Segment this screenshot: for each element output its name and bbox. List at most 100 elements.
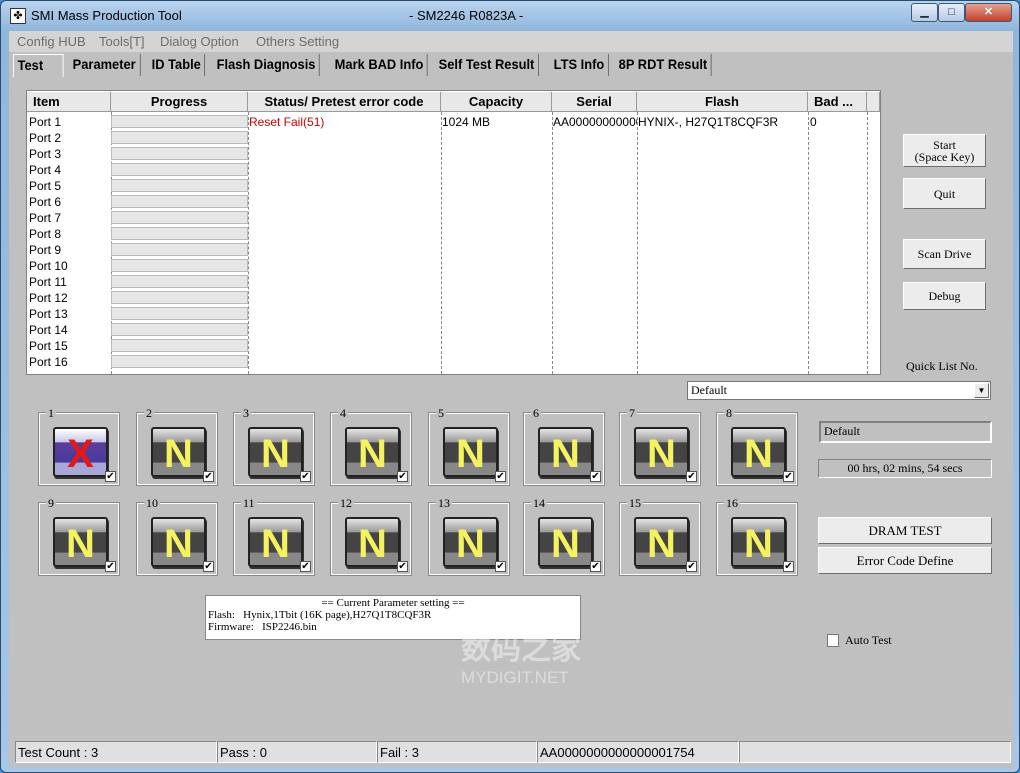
menu-dialog-option[interactable]: Dialog Option xyxy=(160,34,239,49)
progress-bar xyxy=(111,163,248,176)
port-slot[interactable]: 5 N ✔ xyxy=(428,406,510,486)
drive-none-icon: N xyxy=(443,427,498,477)
table-row-item[interactable]: Port 4 xyxy=(29,162,61,178)
col-progress[interactable]: Progress xyxy=(111,92,248,112)
table-row-item[interactable]: Port 8 xyxy=(29,226,61,242)
table-row-item[interactable]: Port 11 xyxy=(29,274,67,290)
port-enable-checkbox[interactable]: ✔ xyxy=(590,471,601,482)
port-slot[interactable]: 9 N ✔ xyxy=(38,496,120,576)
port-enable-checkbox[interactable]: ✔ xyxy=(300,561,311,572)
auto-test-checkbox[interactable] xyxy=(827,634,839,647)
error-code-define-button[interactable]: Error Code Define xyxy=(818,547,992,574)
port-enable-checkbox[interactable]: ✔ xyxy=(495,561,506,572)
table-row-item[interactable]: Port 10 xyxy=(29,258,68,274)
port-state: N xyxy=(358,432,387,476)
scan-drive-button[interactable]: Scan Drive xyxy=(903,239,986,269)
status-fail: Fail : 3 xyxy=(377,741,537,763)
table-row-item[interactable]: Port 15 xyxy=(29,338,68,354)
table-row-item[interactable]: Port 9 xyxy=(29,242,61,258)
table-row-item[interactable]: Port 12 xyxy=(29,290,68,306)
port-enable-checkbox[interactable]: ✔ xyxy=(686,561,697,572)
column-divider xyxy=(248,112,249,374)
port-slot[interactable]: 10 N ✔ xyxy=(136,496,218,576)
port-enable-checkbox[interactable]: ✔ xyxy=(590,561,601,572)
port-slot[interactable]: 6 N ✔ xyxy=(523,406,605,486)
tab-8p-rdt-result[interactable]: 8P RDT Result xyxy=(615,54,712,76)
port-state: N xyxy=(66,522,95,566)
table-row-item[interactable]: Port 7 xyxy=(29,210,61,226)
port-enable-checkbox[interactable]: ✔ xyxy=(105,561,116,572)
table-row-item[interactable]: Port 6 xyxy=(29,194,61,210)
port-slot[interactable]: 1 X ✔ xyxy=(38,406,120,486)
menu-others-setting[interactable]: Others Setting xyxy=(256,34,339,49)
chevron-down-icon[interactable]: ▼ xyxy=(974,383,989,398)
port-slot[interactable]: 2 N ✔ xyxy=(136,406,218,486)
port-enable-checkbox[interactable]: ✔ xyxy=(397,561,408,572)
port-slot[interactable]: 13 N ✔ xyxy=(428,496,510,576)
port-state: N xyxy=(744,522,773,566)
drive-none-icon: N xyxy=(151,517,206,567)
table-row-item[interactable]: Port 13 xyxy=(29,306,68,322)
app-icon: ✤ xyxy=(10,8,26,24)
auto-test-label: Auto Test xyxy=(845,633,892,647)
tab-lts-info[interactable]: LTS Info xyxy=(550,54,609,76)
table-row-item[interactable]: Port 1 xyxy=(29,114,61,130)
col-capacity[interactable]: Capacity xyxy=(441,92,552,112)
port-enable-checkbox[interactable]: ✔ xyxy=(203,561,214,572)
port-enable-checkbox[interactable]: ✔ xyxy=(686,471,697,482)
port-slot[interactable]: 16 N ✔ xyxy=(716,496,798,576)
port-enable-checkbox[interactable]: ✔ xyxy=(397,471,408,482)
progress-bar xyxy=(111,147,248,160)
col-serial[interactable]: Serial xyxy=(552,92,637,112)
table-row-item[interactable]: Port 5 xyxy=(29,178,61,194)
config-name-field: Default xyxy=(819,421,992,443)
port-slot[interactable]: 4 N ✔ xyxy=(330,406,412,486)
col-flash[interactable]: Flash xyxy=(637,92,808,112)
window-subtitle: - SM2246 R0823A - xyxy=(409,8,524,23)
port-enable-checkbox[interactable]: ✔ xyxy=(105,471,116,482)
debug-button[interactable]: Debug xyxy=(903,282,986,310)
port-enable-checkbox[interactable]: ✔ xyxy=(783,561,794,572)
drive-fail-icon: X xyxy=(53,427,108,477)
tab-id-table[interactable]: ID Table xyxy=(148,54,206,76)
maximize-button[interactable]: □ xyxy=(938,3,965,22)
menu-tools[interactable]: Tools[T] xyxy=(99,34,145,49)
col-bad[interactable]: Bad ... xyxy=(808,92,867,112)
row1-capacity: 1024 MB xyxy=(442,115,491,129)
port-enable-checkbox[interactable]: ✔ xyxy=(203,471,214,482)
drive-none-icon: N xyxy=(634,427,689,477)
tab-test[interactable]: Test xyxy=(13,54,64,77)
port-enable-checkbox[interactable]: ✔ xyxy=(300,471,311,482)
port-number: 7 xyxy=(627,406,637,421)
table-row-item[interactable]: Port 14 xyxy=(29,322,68,338)
table-row-item[interactable]: Port 16 xyxy=(29,354,68,370)
port-enable-checkbox[interactable]: ✔ xyxy=(495,471,506,482)
tab-mark-bad-info[interactable]: Mark BAD Info xyxy=(331,54,429,76)
col-item[interactable]: Item xyxy=(27,92,111,112)
quick-list-select[interactable]: Default ▼ xyxy=(687,381,991,400)
quit-button[interactable]: Quit xyxy=(903,178,986,209)
port-slot[interactable]: 3 N ✔ xyxy=(233,406,315,486)
col-filler xyxy=(867,92,880,112)
dram-test-button[interactable]: DRAM TEST xyxy=(818,517,992,544)
tab-flash-diagnosis[interactable]: Flash Diagnosis xyxy=(213,54,321,76)
port-slot[interactable]: 12 N ✔ xyxy=(330,496,412,576)
port-slot[interactable]: 7 N ✔ xyxy=(619,406,701,486)
port-slot[interactable]: 8 N ✔ xyxy=(716,406,798,486)
column-divider xyxy=(637,112,638,374)
menu-config-hub[interactable]: Config HUB xyxy=(17,34,86,49)
start-button[interactable]: Start (Space Key) xyxy=(903,134,986,167)
tab-parameter[interactable]: Parameter xyxy=(69,54,141,76)
close-button[interactable]: ✕ xyxy=(965,3,1012,22)
quick-list-label: Quick List No. xyxy=(906,359,978,373)
table-row-item[interactable]: Port 2 xyxy=(29,130,61,146)
tab-self-test-result[interactable]: Self Test Result xyxy=(435,54,539,76)
port-slot[interactable]: 15 N ✔ xyxy=(619,496,701,576)
status-serial: AA0000000000000001754 xyxy=(537,741,739,763)
minimize-button[interactable]: ▁ xyxy=(911,3,938,22)
port-slot[interactable]: 11 N ✔ xyxy=(233,496,315,576)
table-row-item[interactable]: Port 3 xyxy=(29,146,61,162)
port-enable-checkbox[interactable]: ✔ xyxy=(783,471,794,482)
col-status[interactable]: Status/ Pretest error code xyxy=(248,92,441,112)
port-slot[interactable]: 14 N ✔ xyxy=(523,496,605,576)
